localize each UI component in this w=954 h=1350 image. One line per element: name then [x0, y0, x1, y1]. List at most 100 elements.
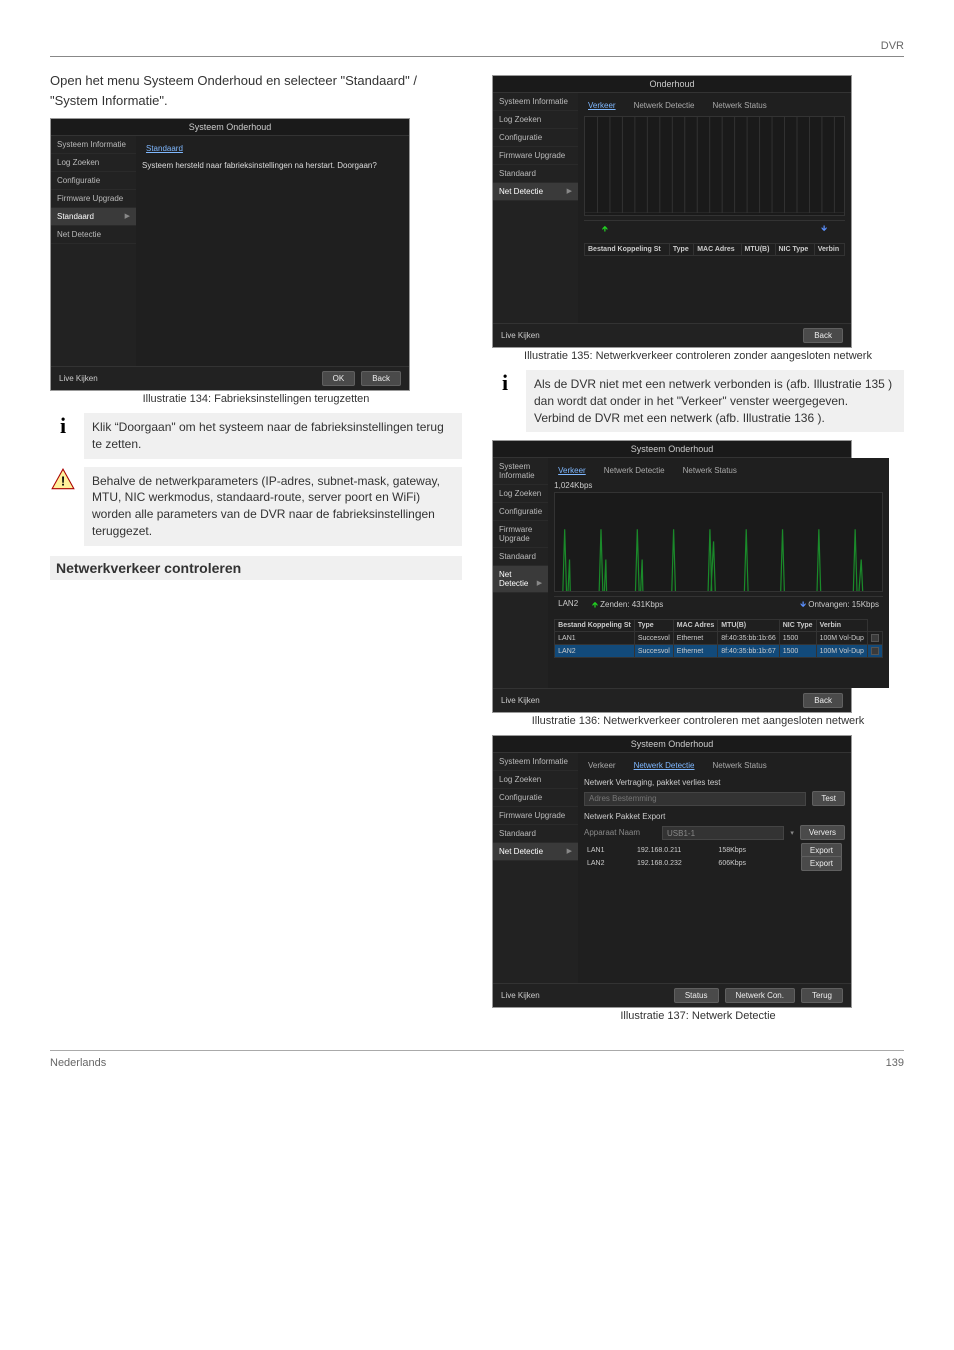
- fig-netverkeer-connected: Systeem Onderhoud Systeem Informatie Log…: [492, 440, 852, 713]
- sidebar-item[interactable]: Systeem Informatie: [493, 93, 578, 111]
- info-icon: i: [492, 370, 518, 396]
- rate-top-label: 1,024Kbps: [554, 481, 883, 490]
- note-info-1: Klik “Doorgaan" om het systeem naar de f…: [84, 413, 462, 459]
- dropdown-icon[interactable]: ▾: [790, 829, 794, 837]
- table-row[interactable]: LAN2SuccesvolEthernet8f:40:35:bb:1b:6715…: [555, 645, 883, 658]
- tab-netwerk-status[interactable]: Netwerk Status: [709, 759, 771, 772]
- upload-icon: 🡹: [602, 223, 608, 237]
- caption-fig4: Illustratie 137: Netwerk Detectie: [492, 1010, 904, 1022]
- table-row: LAN2 192.168.0.232 606Kbps Export: [584, 857, 845, 870]
- sidebar-item[interactable]: Standaard: [493, 825, 578, 843]
- sidebar-item[interactable]: Configuratie: [493, 789, 578, 807]
- nic-table: Bestand Koppeling St Type MAC Adres MTU(…: [554, 619, 883, 658]
- ok-button[interactable]: OK: [322, 371, 356, 386]
- sidebar-item[interactable]: Log Zoeken: [493, 771, 578, 789]
- live-kijken-button[interactable]: Live Kijken: [501, 991, 540, 1000]
- tab-verkeer[interactable]: Verkeer: [584, 759, 620, 772]
- apparaat-naam-select[interactable]: USB1-1: [662, 826, 784, 840]
- sidebar-item[interactable]: Standaard: [493, 165, 578, 183]
- tab-netwerk-status[interactable]: Netwerk Status: [679, 464, 741, 477]
- caption-fig1: Illustratie 134: Fabrieksinstellingen te…: [50, 393, 462, 405]
- netwerk-con-button[interactable]: Netwerk Con.: [725, 988, 795, 1003]
- live-kijken-button[interactable]: Live Kijken: [59, 374, 98, 383]
- fig-netverkeer-no-network: Onderhoud Systeem Informatie Log Zoeken …: [492, 75, 852, 348]
- tab-verkeer[interactable]: Verkeer: [584, 99, 620, 112]
- sidebar-log-zoeken[interactable]: Log Zoeken: [51, 154, 136, 172]
- fig-standaard: Systeem Onderhoud Systeem Informatie Log…: [50, 118, 410, 391]
- fig1-title: Systeem Onderhoud: [51, 119, 409, 136]
- sidebar-standaard[interactable]: Standaard▶: [51, 208, 136, 226]
- footer-right: 139: [886, 1057, 904, 1069]
- intro-text: Open het menu Systeem Onderhoud en selec…: [50, 71, 462, 110]
- export-table: LAN1 192.168.0.211 158Kbps Export LAN2 1…: [584, 844, 845, 870]
- fig3-sidemenu: Systeem Informatie Log Zoeken Configurat…: [493, 458, 548, 688]
- caption-fig3: Illustratie 136: Netwerkverkeer controle…: [492, 715, 904, 727]
- section-netverkeer: Netwerkverkeer controleren: [50, 556, 462, 580]
- tab-verkeer[interactable]: Verkeer: [554, 464, 590, 477]
- sidebar-item[interactable]: Net Detectie▶: [493, 183, 578, 201]
- sidebar-item[interactable]: Net Detectie▶: [493, 843, 578, 861]
- download-icon: 🡻: [800, 600, 806, 609]
- traffic-chart-empty: [584, 116, 845, 216]
- reset-confirm-msg: Systeem hersteld naar fabrieksinstelling…: [142, 161, 403, 170]
- sidebar-net-detectie[interactable]: Net Detectie: [51, 226, 136, 244]
- back-button[interactable]: Back: [361, 371, 401, 386]
- sidebar-item[interactable]: Systeem Informatie: [493, 753, 578, 771]
- row-icon[interactable]: [871, 634, 879, 642]
- fig1-sidemenu: Systeem Informatie Log Zoeken Configurat…: [51, 136, 136, 366]
- table-row[interactable]: LAN1SuccesvolEthernet8f:40:35:bb:1b:6615…: [555, 632, 883, 645]
- fig4-sidemenu: Systeem Informatie Log Zoeken Configurat…: [493, 753, 578, 983]
- subhdr-packet-export: Netwerk Pakket Export: [584, 812, 845, 821]
- live-kijken-button[interactable]: Live Kijken: [501, 696, 540, 705]
- chevron-right-icon: ▶: [537, 579, 542, 587]
- tab-netwerk-status[interactable]: Netwerk Status: [709, 99, 771, 112]
- lan-name: LAN2: [558, 599, 578, 613]
- caption-fig2: Illustratie 135: Netwerkverkeer controle…: [492, 350, 904, 362]
- svg-text:!: !: [61, 473, 65, 488]
- tab-netwerk-detectie[interactable]: Netwerk Detectie: [630, 99, 699, 112]
- sidebar-item[interactable]: Log Zoeken: [493, 111, 578, 129]
- download-icon: 🡻: [821, 223, 827, 237]
- chevron-right-icon: ▶: [567, 847, 572, 855]
- tab-standaard[interactable]: Standaard: [142, 142, 187, 155]
- status-button[interactable]: Status: [674, 988, 719, 1003]
- recv-rate: Ontvangen: 15Kbps: [808, 600, 879, 609]
- note-info-2: Als de DVR niet met een netwerk verbonde…: [526, 370, 904, 432]
- export-button[interactable]: Export: [801, 856, 842, 871]
- footer-left: Nederlands: [50, 1057, 106, 1069]
- back-button[interactable]: Back: [803, 693, 843, 708]
- sidebar-item[interactable]: Configuratie: [493, 129, 578, 147]
- upload-icon: 🡹: [592, 600, 598, 609]
- sidebar-item[interactable]: Firmware Upgrade: [493, 807, 578, 825]
- terug-button[interactable]: Terug: [801, 988, 843, 1003]
- tab-netwerk-detectie[interactable]: Netwerk Detectie: [630, 759, 699, 772]
- sidebar-configuratie[interactable]: Configuratie: [51, 172, 136, 190]
- ververs-button[interactable]: Ververs: [800, 825, 845, 840]
- fig2-title: Onderhoud: [493, 76, 851, 93]
- sidebar-item[interactable]: Systeem Informatie: [493, 458, 548, 485]
- subhdr-delay-test: Netwerk Vertraging, pakket verlies test: [584, 778, 845, 787]
- nic-table-empty: Bestand Koppeling St Type MAC Adres MTU(…: [584, 243, 845, 256]
- send-rate: Zenden: 431Kbps: [600, 600, 663, 609]
- traffic-chart: [554, 492, 883, 592]
- row-icon[interactable]: [871, 647, 879, 655]
- fig-netwerk-detectie: Systeem Onderhoud Systeem Informatie Log…: [492, 735, 852, 1008]
- chevron-right-icon: ▶: [125, 212, 130, 220]
- sidebar-firmware-upgrade[interactable]: Firmware Upgrade: [51, 190, 136, 208]
- sidebar-item[interactable]: Firmware Upgrade: [493, 147, 578, 165]
- addr-destination-input[interactable]: [584, 792, 806, 806]
- header-right: DVR: [50, 40, 904, 52]
- sidebar-item[interactable]: Configuratie: [493, 503, 548, 521]
- sidebar-item[interactable]: Standaard: [493, 548, 548, 566]
- sidebar-item[interactable]: Net Detectie▶: [493, 566, 548, 593]
- test-button[interactable]: Test: [812, 791, 845, 806]
- sidebar-systeem-informatie[interactable]: Systeem Informatie: [51, 136, 136, 154]
- warning-icon: !: [50, 467, 76, 493]
- fig4-title: Systeem Onderhoud: [493, 736, 851, 753]
- tab-netwerk-detectie[interactable]: Netwerk Detectie: [600, 464, 669, 477]
- live-kijken-button[interactable]: Live Kijken: [501, 331, 540, 340]
- footer-divider: [50, 1050, 904, 1051]
- back-button[interactable]: Back: [803, 328, 843, 343]
- sidebar-item[interactable]: Firmware Upgrade: [493, 521, 548, 548]
- sidebar-item[interactable]: Log Zoeken: [493, 485, 548, 503]
